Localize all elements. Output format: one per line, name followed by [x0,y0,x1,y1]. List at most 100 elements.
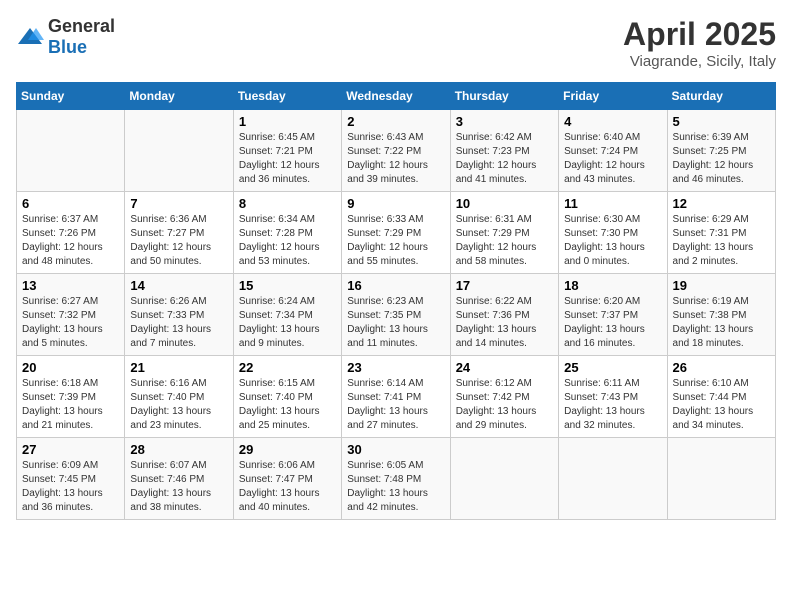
day-number: 3 [456,114,553,129]
calendar-title: April 2025 [623,16,776,53]
weekday-header-tuesday: Tuesday [233,83,341,110]
day-number: 25 [564,360,661,375]
calendar-cell: 15 Sunrise: 6:24 AM Sunset: 7:34 PM Dayli… [233,274,341,356]
calendar-cell: 25 Sunrise: 6:11 AM Sunset: 7:43 PM Dayli… [559,356,667,438]
day-number: 17 [456,278,553,293]
calendar-cell [125,110,233,192]
weekday-header-saturday: Saturday [667,83,775,110]
calendar-cell [17,110,125,192]
calendar-cell [667,438,775,520]
day-info: Sunrise: 6:06 AM Sunset: 7:47 PM Dayligh… [239,459,336,515]
day-info: Sunrise: 6:23 AM Sunset: 7:35 PM Dayligh… [347,295,444,351]
day-info: Sunrise: 6:29 AM Sunset: 7:31 PM Dayligh… [673,213,770,269]
header: General Blue April 2025 Viagrande, Sicil… [16,16,776,70]
calendar-cell: 29 Sunrise: 6:06 AM Sunset: 7:47 PM Dayli… [233,438,341,520]
day-info: Sunrise: 6:20 AM Sunset: 7:37 PM Dayligh… [564,295,661,351]
calendar-cell: 9Sunrise: 6:33 AM Sunset: 7:29 PM Daylig… [342,192,450,274]
day-number: 27 [22,442,119,457]
calendar-cell: 3 Sunrise: 6:42 AM Sunset: 7:23 PM Daylig… [450,110,558,192]
day-info: Sunrise: 6:33 AM Sunset: 7:29 PM Dayligh… [347,213,444,269]
day-info: Sunrise: 6:11 AM Sunset: 7:43 PM Dayligh… [564,377,661,433]
day-number: 5 [673,114,770,129]
day-number: 14 [130,278,227,293]
calendar-cell: 22Sunrise: 6:15 AM Sunset: 7:40 PM Dayli… [233,356,341,438]
day-number: 29 [239,442,336,457]
day-info: Sunrise: 6:19 AM Sunset: 7:38 PM Dayligh… [673,295,770,351]
calendar-week-2: 6 Sunrise: 6:37 AM Sunset: 7:26 PM Daylig… [17,192,776,274]
day-info: Sunrise: 6:24 AM Sunset: 7:34 PM Dayligh… [239,295,336,351]
day-info: Sunrise: 6:16 AM Sunset: 7:40 PM Dayligh… [130,377,227,433]
calendar-cell: 21 Sunrise: 6:16 AM Sunset: 7:40 PM Dayli… [125,356,233,438]
calendar-cell [559,438,667,520]
calendar-cell: 1Sunrise: 6:45 AM Sunset: 7:21 PM Daylig… [233,110,341,192]
logo-icon [16,26,44,48]
day-number: 23 [347,360,444,375]
day-number: 10 [456,196,553,211]
calendar-cell: 4 Sunrise: 6:40 AM Sunset: 7:24 PM Daylig… [559,110,667,192]
calendar-cell: 17 Sunrise: 6:22 AM Sunset: 7:36 PM Dayli… [450,274,558,356]
day-number: 24 [456,360,553,375]
day-number: 26 [673,360,770,375]
calendar-cell: 8Sunrise: 6:34 AM Sunset: 7:28 PM Daylig… [233,192,341,274]
day-number: 20 [22,360,119,375]
calendar-week-5: 27 Sunrise: 6:09 AM Sunset: 7:45 PM Dayli… [17,438,776,520]
day-info: Sunrise: 6:05 AM Sunset: 7:48 PM Dayligh… [347,459,444,515]
day-number: 18 [564,278,661,293]
day-info: Sunrise: 6:42 AM Sunset: 7:23 PM Dayligh… [456,131,553,187]
day-info: Sunrise: 6:09 AM Sunset: 7:45 PM Dayligh… [22,459,119,515]
calendar-week-3: 13 Sunrise: 6:27 AM Sunset: 7:32 PM Dayli… [17,274,776,356]
calendar-cell: 12 Sunrise: 6:29 AM Sunset: 7:31 PM Dayli… [667,192,775,274]
day-info: Sunrise: 6:26 AM Sunset: 7:33 PM Dayligh… [130,295,227,351]
calendar-week-4: 20 Sunrise: 6:18 AM Sunset: 7:39 PM Dayli… [17,356,776,438]
day-info: Sunrise: 6:10 AM Sunset: 7:44 PM Dayligh… [673,377,770,433]
day-number: 22 [239,360,336,375]
weekday-header-sunday: Sunday [17,83,125,110]
logo-blue: Blue [48,37,87,57]
day-info: Sunrise: 6:45 AM Sunset: 7:21 PM Dayligh… [239,131,336,187]
day-info: Sunrise: 6:14 AM Sunset: 7:41 PM Dayligh… [347,377,444,433]
logo: General Blue [16,16,115,58]
calendar-subtitle: Viagrande, Sicily, Italy [623,53,776,70]
calendar-week-1: 1Sunrise: 6:45 AM Sunset: 7:21 PM Daylig… [17,110,776,192]
day-number: 4 [564,114,661,129]
day-info: Sunrise: 6:36 AM Sunset: 7:27 PM Dayligh… [130,213,227,269]
day-info: Sunrise: 6:37 AM Sunset: 7:26 PM Dayligh… [22,213,119,269]
day-info: Sunrise: 6:40 AM Sunset: 7:24 PM Dayligh… [564,131,661,187]
calendar-cell: 30Sunrise: 6:05 AM Sunset: 7:48 PM Dayli… [342,438,450,520]
day-number: 16 [347,278,444,293]
day-info: Sunrise: 6:30 AM Sunset: 7:30 PM Dayligh… [564,213,661,269]
day-info: Sunrise: 6:27 AM Sunset: 7:32 PM Dayligh… [22,295,119,351]
day-info: Sunrise: 6:22 AM Sunset: 7:36 PM Dayligh… [456,295,553,351]
calendar-cell: 13 Sunrise: 6:27 AM Sunset: 7:32 PM Dayli… [17,274,125,356]
calendar-cell: 11 Sunrise: 6:30 AM Sunset: 7:30 PM Dayli… [559,192,667,274]
calendar-cell: 6 Sunrise: 6:37 AM Sunset: 7:26 PM Daylig… [17,192,125,274]
day-info: Sunrise: 6:34 AM Sunset: 7:28 PM Dayligh… [239,213,336,269]
day-info: Sunrise: 6:31 AM Sunset: 7:29 PM Dayligh… [456,213,553,269]
calendar-cell [450,438,558,520]
day-number: 11 [564,196,661,211]
calendar-cell: 7Sunrise: 6:36 AM Sunset: 7:27 PM Daylig… [125,192,233,274]
calendar-cell: 20 Sunrise: 6:18 AM Sunset: 7:39 PM Dayli… [17,356,125,438]
weekday-header-thursday: Thursday [450,83,558,110]
day-number: 6 [22,196,119,211]
day-number: 28 [130,442,227,457]
day-info: Sunrise: 6:43 AM Sunset: 7:22 PM Dayligh… [347,131,444,187]
logo-text: General Blue [48,16,115,58]
day-number: 13 [22,278,119,293]
day-number: 19 [673,278,770,293]
calendar-cell: 28Sunrise: 6:07 AM Sunset: 7:46 PM Dayli… [125,438,233,520]
logo-general: General [48,16,115,36]
day-info: Sunrise: 6:12 AM Sunset: 7:42 PM Dayligh… [456,377,553,433]
calendar-table: SundayMondayTuesdayWednesdayThursdayFrid… [16,82,776,520]
day-number: 21 [130,360,227,375]
weekday-header-wednesday: Wednesday [342,83,450,110]
calendar-cell: 24 Sunrise: 6:12 AM Sunset: 7:42 PM Dayli… [450,356,558,438]
title-area: April 2025 Viagrande, Sicily, Italy [623,16,776,70]
day-number: 15 [239,278,336,293]
day-info: Sunrise: 6:18 AM Sunset: 7:39 PM Dayligh… [22,377,119,433]
calendar-cell: 16 Sunrise: 6:23 AM Sunset: 7:35 PM Dayli… [342,274,450,356]
day-number: 12 [673,196,770,211]
calendar-body: 1Sunrise: 6:45 AM Sunset: 7:21 PM Daylig… [17,110,776,520]
weekday-header-friday: Friday [559,83,667,110]
calendar-cell: 19 Sunrise: 6:19 AM Sunset: 7:38 PM Dayli… [667,274,775,356]
